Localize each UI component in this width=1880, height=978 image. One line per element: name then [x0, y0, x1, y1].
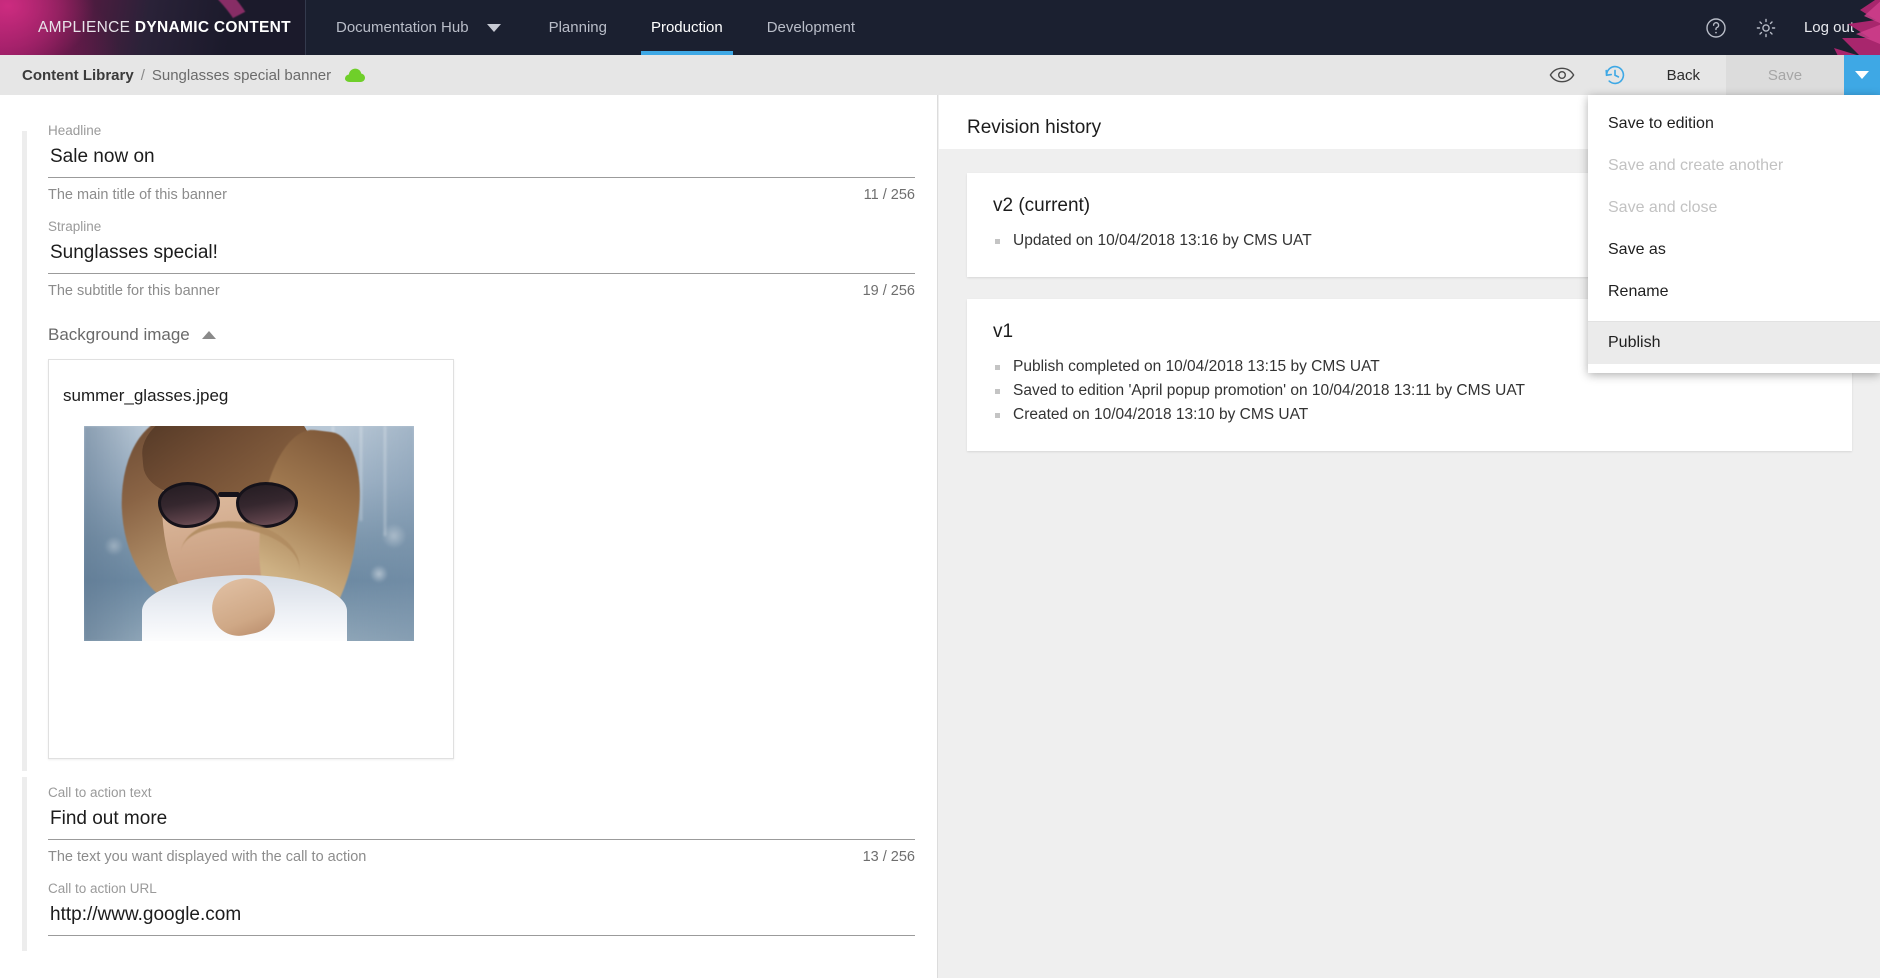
- eye-icon[interactable]: [1535, 66, 1589, 84]
- background-image-card[interactable]: summer_glasses.jpeg: [48, 359, 454, 759]
- nav-hub-dropdown-toggle[interactable]: [477, 0, 527, 55]
- logo-text-light: AMPLIENCE: [38, 18, 135, 36]
- headline-input[interactable]: [48, 144, 915, 178]
- nav-item-documentation-hub[interactable]: Documentation Hub: [306, 0, 477, 55]
- field-label: Strapline: [48, 219, 102, 234]
- header-action-group: Back Save: [1535, 55, 1880, 95]
- chevron-down-icon: [1855, 71, 1869, 79]
- chevron-down-icon: [486, 23, 501, 32]
- history-clock-icon[interactable]: [1589, 63, 1641, 87]
- menu-item-publish[interactable]: Publish: [1588, 322, 1880, 364]
- photo-mast: [360, 426, 362, 521]
- content-header-bar: Content Library / Sunglasses special ban…: [0, 55, 1880, 95]
- top-navigation-bar: AMPLIENCE DYNAMIC CONTENT Documentation …: [0, 0, 1880, 55]
- nav-item-production[interactable]: Production: [629, 0, 745, 55]
- field-strapline: Strapline The subtitle for this banner 1…: [0, 219, 937, 331]
- background-image-section-toggle[interactable]: Background image: [48, 315, 915, 359]
- field-label: Headline: [48, 123, 102, 138]
- menu-item-rename[interactable]: Rename: [1588, 271, 1880, 313]
- field-help-text: The text you want displayed with the cal…: [48, 849, 367, 865]
- logout-button[interactable]: Log out: [1804, 19, 1880, 36]
- breadcrumb-current-item: Sunglasses special banner: [151, 66, 332, 84]
- field-footer: The text you want displayed with the cal…: [48, 840, 915, 881]
- chevron-up-icon: [201, 331, 216, 339]
- content-form: Headline The main title of this banner 1…: [0, 95, 937, 951]
- nav-items: Documentation Hub Planning Production De…: [306, 0, 877, 55]
- menu-item-save-to-edition[interactable]: Save to edition: [1588, 103, 1880, 145]
- nav-item-label: Planning: [548, 19, 607, 36]
- content-form-pane: Headline The main title of this banner 1…: [0, 95, 938, 978]
- app-root: AMPLIENCE DYNAMIC CONTENT Documentation …: [0, 0, 1880, 978]
- field-gutter-indicator: [22, 319, 27, 771]
- gear-icon[interactable]: [1754, 16, 1778, 40]
- logo-text: AMPLIENCE DYNAMIC CONTENT: [0, 19, 291, 37]
- nav-item-label: Production: [650, 19, 723, 36]
- strapline-input[interactable]: [48, 240, 915, 274]
- image-file-name: summer_glasses.jpeg: [63, 386, 229, 405]
- section-label: Background image: [48, 325, 190, 344]
- breadcrumb-separator: /: [140, 66, 145, 84]
- field-label: Call to action text: [48, 785, 152, 800]
- field-help-text: The subtitle for this banner: [48, 283, 220, 299]
- menu-item-save-and-close: Save and close: [1608, 199, 1718, 216]
- field-footer: The subtitle for this banner 19 / 256: [48, 274, 915, 315]
- field-gutter-indicator: [22, 881, 27, 951]
- photo-lens-bridge: [218, 492, 240, 497]
- photo-mast: [384, 426, 386, 536]
- back-button[interactable]: Back: [1641, 55, 1726, 95]
- field-char-counter: 11 / 256: [863, 187, 915, 203]
- menu-item-save-as[interactable]: Save as: [1588, 229, 1880, 271]
- save-options-menu: Save to edition Save and create another …: [1588, 95, 1880, 373]
- field-headline: Headline The main title of this banner 1…: [0, 123, 937, 283]
- cloud-published-icon: [344, 67, 366, 83]
- nav-item-planning[interactable]: Planning: [527, 0, 629, 55]
- amplience-logo[interactable]: AMPLIENCE DYNAMIC CONTENT: [0, 0, 306, 55]
- help-circle-icon[interactable]: [1704, 16, 1728, 40]
- image-thumbnail: [84, 426, 414, 641]
- logo-text-bold: DYNAMIC CONTENT: [134, 18, 291, 36]
- nav-item-label: Development: [766, 19, 856, 36]
- revision-event: Created on 10/04/2018 13:10 by CMS UAT: [993, 403, 1826, 427]
- field-help-text: The main title of this banner: [48, 187, 227, 203]
- cta-url-input[interactable]: [48, 902, 915, 936]
- field-char-counter: 19 / 256: [862, 283, 915, 299]
- breadcrumb: Content Library / Sunglasses special ban…: [0, 67, 366, 84]
- field-gutter-indicator: [22, 777, 27, 889]
- field-cta-url: Call to action URL: [0, 881, 937, 951]
- field-footer: The main title of this banner 11 / 256: [48, 178, 915, 219]
- nav-right-actions: Log out: [1704, 0, 1880, 55]
- field-background-image: Background image summer_glasses.jpeg: [0, 315, 937, 771]
- revision-event: Saved to edition 'April popup promotion'…: [993, 379, 1826, 403]
- breadcrumb-content-library[interactable]: Content Library: [22, 67, 134, 84]
- nav-item-development[interactable]: Development: [745, 0, 877, 55]
- save-button: Save: [1726, 55, 1844, 95]
- save-dropdown-toggle[interactable]: [1844, 55, 1880, 95]
- field-cta-text: Call to action text The text you want di…: [0, 759, 937, 889]
- nav-item-label: Documentation Hub: [336, 19, 469, 36]
- menu-bottom-padding: [1588, 364, 1880, 373]
- cta-text-input[interactable]: [48, 806, 915, 840]
- field-char-counter: 13 / 256: [862, 849, 915, 865]
- field-label: Call to action URL: [48, 881, 157, 896]
- menu-item-save-and-create-another: Save and create another: [1608, 157, 1784, 174]
- photo-lens-right: [236, 482, 298, 528]
- photo-lens-left: [158, 482, 220, 528]
